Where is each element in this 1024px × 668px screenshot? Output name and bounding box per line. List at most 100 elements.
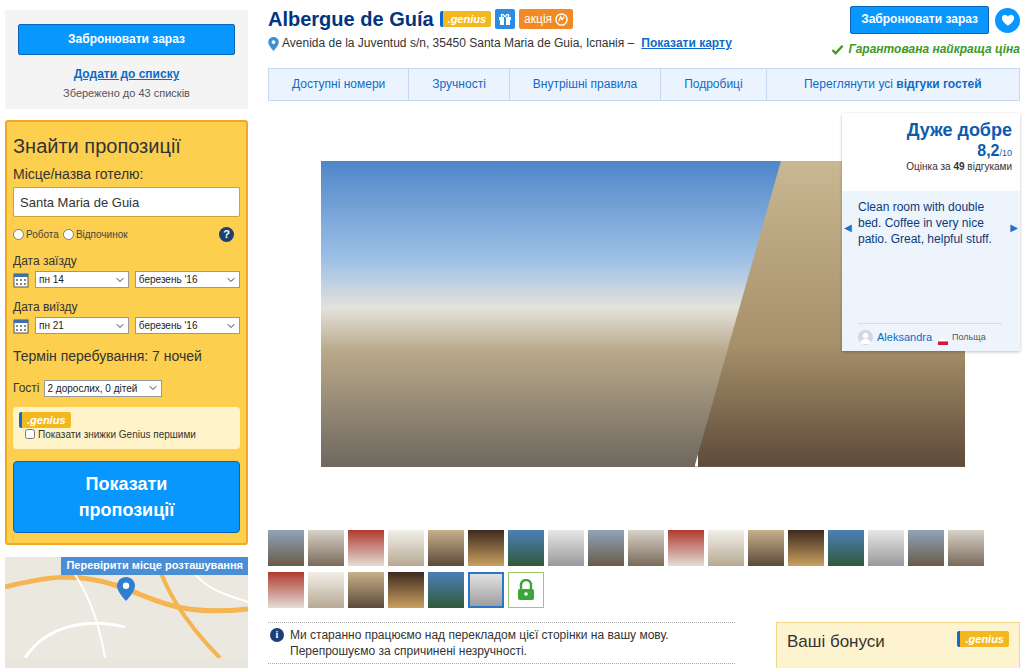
hotel-address: Avenida de la Juventud s/n, 35450 Santa … bbox=[282, 36, 634, 51]
deal-badge: акція bbox=[519, 9, 573, 29]
thumbnail[interactable] bbox=[428, 530, 464, 566]
thumbnail[interactable] bbox=[948, 530, 984, 566]
destination-input[interactable] bbox=[13, 187, 240, 217]
guests-select[interactable]: 2 дорослих, 0 дітей bbox=[44, 380, 162, 397]
lock-icon[interactable] bbox=[508, 572, 544, 608]
date-row: пн 14 березень '16 bbox=[13, 271, 240, 288]
tab-label: Доступні номери bbox=[292, 77, 385, 91]
deal-icon bbox=[555, 10, 568, 28]
show-offers-button[interactable]: Показати пропозиції bbox=[13, 461, 240, 533]
guests-row: Гості2 дорослих, 0 дітей bbox=[13, 380, 240, 397]
thumbnail[interactable] bbox=[348, 572, 384, 608]
location-pin-icon bbox=[268, 37, 279, 51]
thumbnail[interactable] bbox=[308, 572, 344, 608]
genius-badge: .genius bbox=[440, 11, 492, 27]
day-select[interactable]: пн 14 bbox=[35, 271, 129, 288]
purpose-label: Робота bbox=[26, 229, 59, 242]
tab[interactable]: Переглянути усівідгуки гостей bbox=[767, 69, 1019, 100]
saved-count: Збережено до 43 списків bbox=[18, 87, 235, 101]
thumbnail[interactable] bbox=[468, 572, 504, 608]
genius-checkbox[interactable] bbox=[25, 429, 35, 439]
translation-notice: iМи старанно працюємо над перекладом ціє… bbox=[268, 622, 735, 664]
tab[interactable]: Внутрішні правила bbox=[510, 69, 661, 100]
bonus-title: Ваші бонуси bbox=[787, 631, 885, 652]
thumbnail[interactable] bbox=[388, 572, 424, 608]
search-panel: Знайти пропозиції Місце/назва готелю: Робо… bbox=[5, 120, 248, 545]
tab[interactable]: Зручності bbox=[409, 69, 510, 100]
genius-badge: .genius bbox=[957, 631, 1009, 647]
flag-icon bbox=[938, 334, 948, 341]
thumbnail-strip bbox=[268, 530, 1020, 608]
sidebar: Забронювати зараз Додати до списку Збереже… bbox=[5, 0, 248, 668]
thumbnail[interactable] bbox=[508, 530, 544, 566]
score-scale: /10 bbox=[999, 148, 1012, 158]
purpose-radio[interactable] bbox=[63, 229, 74, 240]
add-to-list-link[interactable]: Додати до списку bbox=[18, 67, 235, 82]
purpose-label: Відпочинок bbox=[76, 229, 128, 242]
date-row: пн 21 березень '16 bbox=[13, 317, 240, 334]
thumbnail[interactable] bbox=[748, 530, 784, 566]
purpose-option[interactable]: Відпочинок bbox=[63, 229, 128, 242]
map[interactable]: Перевірити місце розташування bbox=[5, 557, 248, 668]
hotel-title-row: Albergue de Guía .genius акція bbox=[268, 6, 732, 32]
thumbnail[interactable] bbox=[268, 530, 304, 566]
thumbnail[interactable] bbox=[388, 530, 424, 566]
date-label: Дата виїзду bbox=[13, 300, 240, 315]
map-pin-icon bbox=[117, 577, 135, 601]
thumbnail[interactable] bbox=[428, 572, 464, 608]
thumbnail[interactable] bbox=[668, 530, 704, 566]
next-review-arrow[interactable]: ▶ bbox=[1010, 223, 1018, 233]
help-icon[interactable]: ? bbox=[219, 227, 234, 242]
favorite-heart-icon[interactable] bbox=[995, 8, 1020, 33]
thumbnail[interactable] bbox=[268, 572, 304, 608]
tab-label: Подробиці bbox=[684, 77, 743, 91]
thumbnail[interactable] bbox=[588, 530, 624, 566]
calendar-icon[interactable] bbox=[13, 272, 29, 288]
thumbnail[interactable] bbox=[908, 530, 944, 566]
gift-icon bbox=[495, 9, 515, 29]
book-row: Забронювати зараз bbox=[850, 6, 1020, 34]
info-icon: i bbox=[270, 628, 284, 642]
calendar-icon[interactable] bbox=[13, 318, 29, 334]
day-select[interactable]: пн 21 bbox=[35, 317, 129, 334]
hotel-address-row: Avenida de la Juventud s/n, 35450 Santa … bbox=[268, 36, 732, 51]
purpose-option[interactable]: Робота bbox=[13, 229, 59, 242]
bonus-box: Ваші бонуси .genius bbox=[776, 622, 1020, 668]
thumbnail[interactable] bbox=[788, 530, 824, 566]
hotel-name: Albergue de Guía bbox=[268, 6, 434, 32]
tab[interactable]: Подробиці bbox=[661, 69, 767, 100]
book-now-button[interactable]: Забронювати зараз bbox=[18, 24, 235, 55]
month-select[interactable]: березень '16 bbox=[135, 271, 240, 288]
genius-checkbox-text: Показати знижки Genius першими bbox=[38, 429, 196, 440]
thumbnail[interactable] bbox=[828, 530, 864, 566]
badge-text: акція bbox=[524, 10, 552, 28]
destination-label: Місце/назва готелю: bbox=[13, 166, 240, 184]
thumbnail[interactable] bbox=[348, 530, 384, 566]
thumbnail[interactable] bbox=[868, 530, 904, 566]
best-price-text: Гарантована найкраща ціна bbox=[848, 42, 1020, 57]
previous-review-arrow[interactable]: ◀ bbox=[844, 223, 852, 233]
map-check-link[interactable]: Перевірити місце розташування bbox=[61, 557, 248, 575]
tab-label: Переглянути усі bbox=[804, 77, 893, 91]
review-snippet: ◀▶Clean room with double bed. Coffee in … bbox=[842, 191, 1020, 351]
tab[interactable]: Доступні номери bbox=[269, 69, 409, 100]
tab-bar: Доступні номери ЗручностіВнутрішні правил… bbox=[268, 68, 1020, 101]
user-icon bbox=[858, 330, 873, 345]
month-select[interactable]: березень '16 bbox=[135, 317, 240, 334]
thumbnail[interactable] bbox=[468, 530, 504, 566]
page: Забронювати зараз Додати до списку Збереже… bbox=[0, 0, 1024, 668]
show-map-link[interactable]: Показати карту bbox=[641, 36, 732, 51]
badge-text: .genius bbox=[448, 13, 487, 25]
score-word: Дуже добре bbox=[850, 119, 1012, 141]
genius-checkbox-label[interactable]: Показати знижки Genius першими bbox=[25, 428, 196, 441]
score-count-prefix: Оцінка за bbox=[906, 161, 950, 172]
genius-filter: .geniusПоказати знижки Genius першими bbox=[13, 407, 240, 449]
photo-gallery: Дуже добре8,2/10Оцінка за49відгуками◀▶Cl… bbox=[268, 101, 1020, 526]
thumbnail[interactable] bbox=[308, 530, 344, 566]
purpose-radio[interactable] bbox=[13, 229, 24, 240]
thumbnail[interactable] bbox=[548, 530, 584, 566]
search-title: Знайти пропозиції bbox=[13, 132, 240, 160]
book-now-button[interactable]: Забронювати зараз bbox=[850, 6, 989, 34]
thumbnail[interactable] bbox=[708, 530, 744, 566]
thumbnail[interactable] bbox=[628, 530, 664, 566]
